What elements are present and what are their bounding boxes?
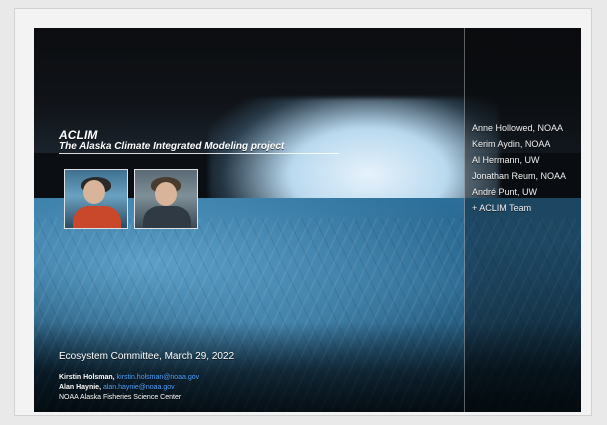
person-photo-1 [64, 169, 128, 229]
credit-line: André Punt, UW [472, 187, 538, 197]
credits-list: Anne Hollowed, NOAA Kerim Aydin, NOAA Al… [472, 120, 577, 216]
credit-line: + ACLIM Team [472, 203, 532, 213]
contact-email-link[interactable]: alan.haynie@noaa.gov [103, 384, 175, 391]
subtitle-underline [59, 153, 339, 154]
credit-line: Al Hermann, UW [472, 155, 540, 165]
contact-line: Alan Haynie, alan.haynie@noaa.gov [59, 383, 199, 393]
shirt-shape [73, 206, 121, 228]
slide-frame: ACLIM The Alaska Climate Integrated Mode… [14, 8, 592, 416]
slide-title: ACLIM [59, 128, 98, 142]
contact-email-link[interactable]: kirstin.holsman@noaa.gov [117, 374, 200, 381]
credit-line: Kerim Aydin, NOAA [472, 139, 551, 149]
person-photo-2 [134, 169, 198, 229]
credits-overlay [464, 28, 581, 412]
slide-subtitle: The Alaska Climate Integrated Modeling p… [59, 141, 285, 152]
meeting-line: Ecosystem Committee, March 29, 2022 [59, 351, 235, 362]
shirt-shape [143, 206, 191, 228]
slide-image: ACLIM The Alaska Climate Integrated Mode… [34, 28, 581, 412]
credit-line: Jonathan Reum, NOAA [472, 171, 567, 181]
face-shape [155, 182, 177, 206]
credit-line: Anne Hollowed, NOAA [472, 123, 564, 133]
contact-line: Kirstin Holsman, kirstin.holsman@noaa.go… [59, 373, 199, 383]
organization-line: NOAA Alaska Fisheries Science Center [59, 394, 182, 401]
face-shape [83, 180, 105, 204]
contact-block: Kirstin Holsman, kirstin.holsman@noaa.go… [59, 373, 199, 403]
contact-name: Alan Haynie, [59, 384, 102, 391]
contact-name: Kirstin Holsman, [59, 374, 115, 381]
vertical-divider [464, 28, 465, 412]
